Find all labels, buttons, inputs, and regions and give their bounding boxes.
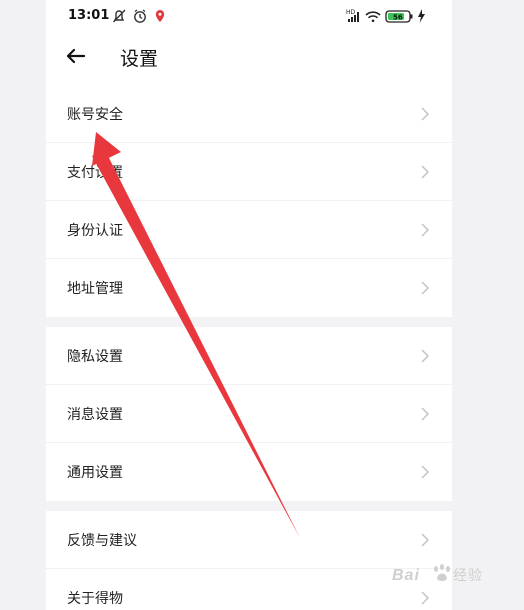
settings-item-label: 身份认证	[67, 223, 123, 239]
settings-group-general: 隐私设置 消息设置 通用设置	[46, 327, 452, 501]
group-divider	[46, 501, 452, 511]
settings-item-label: 消息设置	[67, 407, 123, 423]
settings-item-payment[interactable]: 支付设置	[46, 143, 452, 201]
settings-item-label: 隐私设置	[67, 349, 123, 365]
settings-item-label: 支付设置	[67, 165, 123, 181]
chevron-right-icon	[421, 107, 430, 121]
header: 设置	[46, 34, 452, 80]
svg-text:Bai: Bai	[392, 567, 420, 584]
chevron-right-icon	[421, 281, 430, 295]
baidu-logo-icon: Bai 经验	[392, 564, 483, 584]
chevron-right-icon	[421, 165, 430, 179]
page-title: 设置	[120, 48, 159, 70]
chevron-right-icon	[421, 349, 430, 363]
location-pin-icon	[155, 10, 165, 22]
arrow-left-icon[interactable]	[62, 42, 90, 70]
settings-item-label: 反馈与建议	[67, 533, 137, 549]
svg-text:经验: 经验	[453, 568, 483, 584]
signal-icon: HD	[346, 9, 359, 22]
settings-item-label: 账号安全	[67, 107, 123, 123]
chevron-right-icon	[421, 223, 430, 237]
chevron-right-icon	[421, 465, 430, 479]
settings-item-messages[interactable]: 消息设置	[46, 385, 452, 443]
mute-notification-icon	[112, 9, 126, 23]
settings-item-label: 通用设置	[67, 465, 123, 481]
battery-icon: 56	[385, 10, 413, 23]
charging-icon	[418, 9, 425, 23]
status-time: 13:01	[68, 8, 110, 23]
chevron-right-icon	[421, 533, 430, 547]
wifi-icon	[365, 11, 381, 23]
status-left-icons	[112, 9, 165, 23]
settings-item-address[interactable]: 地址管理	[46, 259, 452, 317]
alarm-icon	[134, 9, 146, 23]
status-bar: 13:01 HD 56	[46, 0, 452, 34]
baidu-watermark: Bai 经验	[390, 560, 490, 586]
settings-item-label: 关于得物	[67, 591, 123, 607]
phone-screen: 13:01 HD 56 设置 账号安全 支付设置 身份认证 地址管理 隐私设置 …	[46, 0, 452, 610]
status-right-icons: HD 56	[346, 9, 425, 23]
settings-item-label: 地址管理	[67, 281, 123, 297]
settings-item-privacy[interactable]: 隐私设置	[46, 327, 452, 385]
settings-item-general[interactable]: 通用设置	[46, 443, 452, 501]
chevron-right-icon	[421, 407, 430, 421]
settings-group-account: 账号安全 支付设置 身份认证 地址管理	[46, 85, 452, 317]
group-divider	[46, 317, 452, 327]
svg-text:56: 56	[393, 14, 403, 22]
svg-text:HD: HD	[346, 9, 356, 16]
chevron-right-icon	[421, 591, 430, 605]
settings-item-identity[interactable]: 身份认证	[46, 201, 452, 259]
settings-item-account-security[interactable]: 账号安全	[46, 85, 452, 143]
